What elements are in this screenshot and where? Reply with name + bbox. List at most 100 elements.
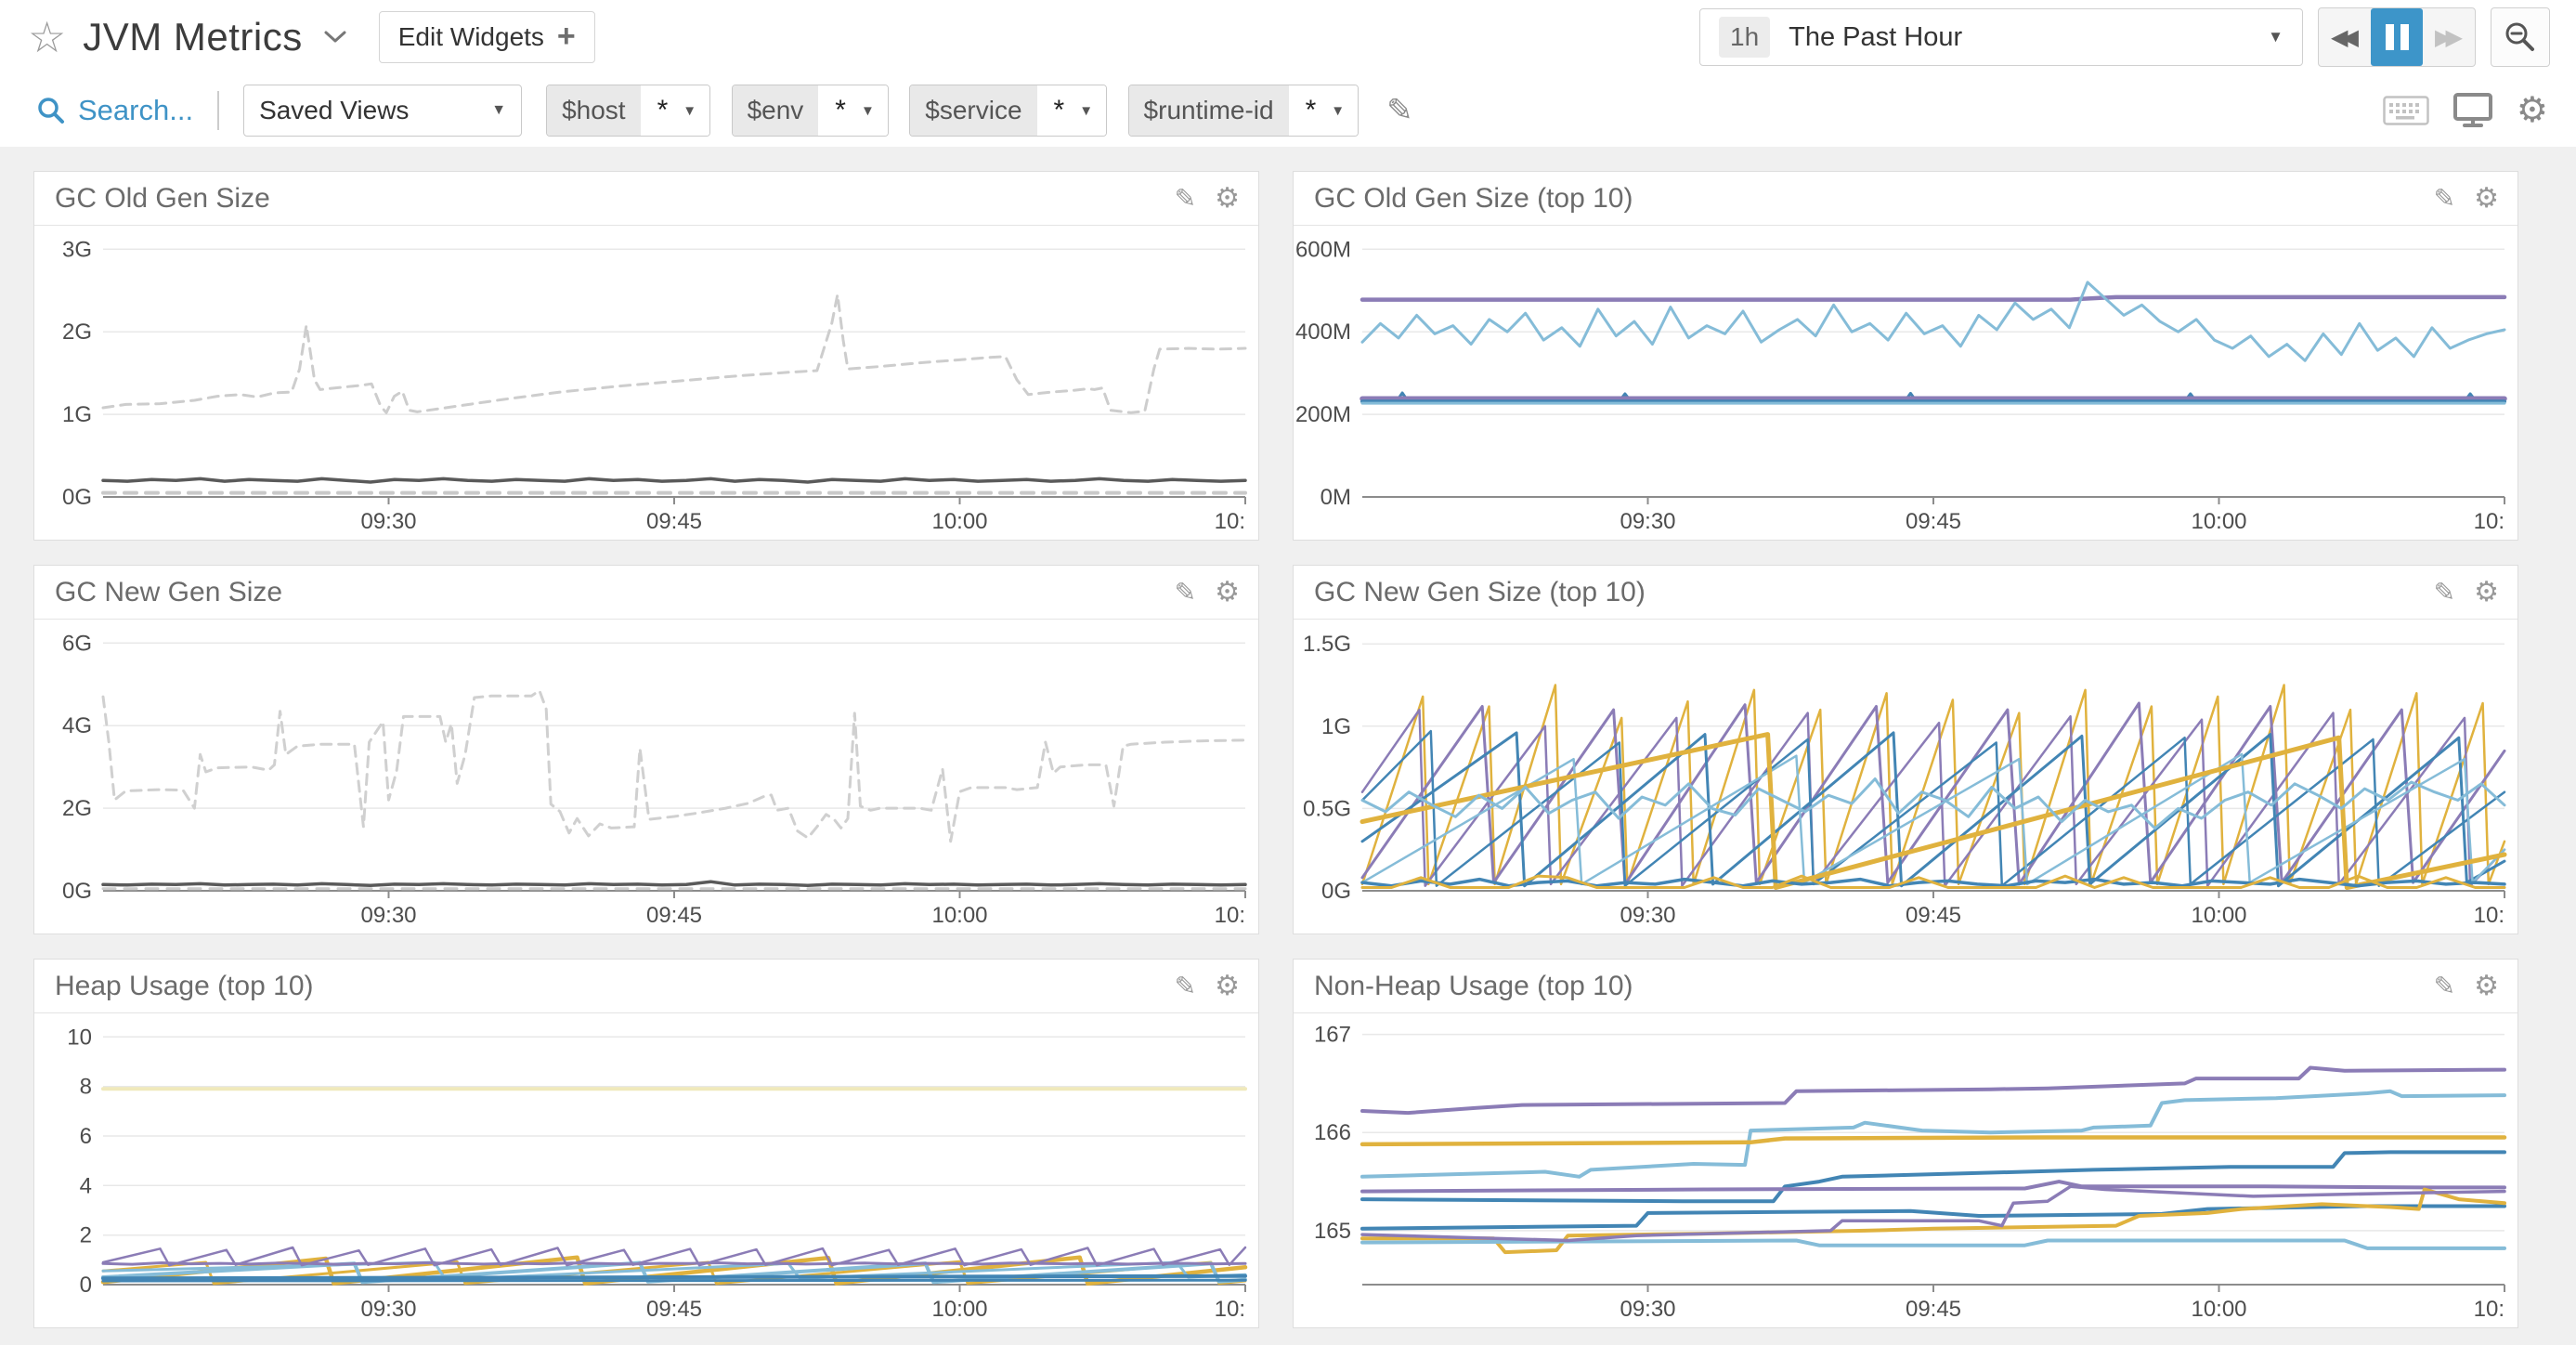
svg-text:0.5G: 0.5G — [1303, 796, 1351, 821]
widget-non-heap-usage-top10: Non-Heap Usage (top 10) ✎ ⚙ 16516616709:… — [1293, 959, 2518, 1328]
template-variable-pill[interactable]: $service * ▼ — [909, 85, 1107, 137]
svg-text:167: 167 — [1314, 1023, 1351, 1048]
svg-text:10:00: 10:00 — [931, 509, 987, 534]
zoom-out-button[interactable] — [2491, 7, 2550, 67]
svg-text:09:30: 09:30 — [1620, 509, 1675, 534]
widget-settings-gear-icon[interactable]: ⚙ — [1215, 579, 1240, 607]
svg-text:10:00: 10:00 — [2191, 903, 2246, 928]
pause-button[interactable] — [2371, 8, 2423, 66]
widget-settings-gear-icon[interactable]: ⚙ — [1215, 973, 1240, 1000]
svg-text:2G: 2G — [62, 796, 92, 821]
svg-text:09:45: 09:45 — [1906, 903, 1961, 928]
template-variable-name: $service — [910, 85, 1036, 136]
caret-down-icon: ▼ — [1323, 85, 1358, 136]
svg-text:10:00: 10:00 — [2191, 509, 2246, 534]
svg-text:2: 2 — [80, 1223, 92, 1248]
caret-down-icon: ▼ — [2268, 28, 2283, 46]
caret-down-icon: ▼ — [853, 85, 888, 136]
edit-widget-pencil-icon[interactable]: ✎ — [2434, 183, 2455, 214]
template-variable-pill[interactable]: $env * ▼ — [732, 85, 889, 137]
widget-header: GC Old Gen Size (top 10) ✎ ⚙ — [1294, 172, 2517, 226]
widget-settings-gear-icon[interactable]: ⚙ — [2474, 185, 2499, 213]
title-chevron-down-icon[interactable] — [323, 30, 347, 45]
chart-canvas-gc-new-gen-size-top10[interactable]: 0G0.5G1G1.5G09:3009:4510:0010: — [1294, 620, 2517, 934]
widget-gc-old-gen-size-top10: GC Old Gen Size (top 10) ✎ ⚙ 0M200M400M6… — [1293, 171, 2518, 541]
widget-title: GC New Gen Size — [55, 577, 282, 608]
fast-forward-button[interactable]: ▶▶ — [2423, 8, 2475, 66]
pause-icon — [2386, 24, 2409, 50]
saved-views-dropdown[interactable]: Saved Views ▼ — [243, 85, 522, 137]
svg-text:600M: 600M — [1295, 237, 1351, 262]
tv-mode-icon[interactable] — [2453, 93, 2492, 128]
dashboard-settings-gear-icon[interactable]: ⚙ — [2517, 93, 2548, 128]
template-variable-pill[interactable]: $runtime-id * ▼ — [1128, 85, 1360, 137]
svg-text:0G: 0G — [62, 879, 92, 904]
widget-title: GC Old Gen Size — [55, 183, 270, 215]
svg-text:0G: 0G — [62, 485, 92, 510]
svg-text:10:: 10: — [2474, 509, 2504, 534]
chart-canvas-gc-old-gen-size[interactable]: 0G1G2G3G09:3009:4510:0010: — [34, 226, 1258, 540]
widget-title: GC New Gen Size (top 10) — [1314, 577, 1646, 608]
caret-down-icon: ▼ — [1072, 85, 1106, 136]
rewind-button[interactable]: ◀◀ — [2319, 8, 2371, 66]
template-variable-pills: $host * ▼ $env * ▼ $service * ▼ $runtime… — [546, 85, 1375, 137]
svg-text:400M: 400M — [1295, 320, 1351, 345]
search-icon — [37, 97, 65, 124]
edit-widgets-button[interactable]: Edit Widgets + — [379, 11, 595, 63]
search-input[interactable]: Search... — [37, 94, 193, 127]
svg-text:09:30: 09:30 — [1620, 1297, 1675, 1322]
svg-text:10:00: 10:00 — [931, 903, 987, 928]
svg-text:10:: 10: — [1215, 1297, 1245, 1322]
playback-controls: ◀◀ ▶▶ — [2318, 7, 2476, 67]
svg-text:10:: 10: — [1215, 903, 1245, 928]
template-variable-name: $host — [547, 85, 641, 136]
time-range-dropdown[interactable]: 1h The Past Hour ▼ — [1699, 8, 2303, 66]
favorite-star-icon[interactable]: ☆ — [28, 16, 66, 59]
template-variable-value[interactable]: * — [641, 85, 676, 136]
svg-text:0: 0 — [80, 1273, 92, 1298]
widget-gc-new-gen-size-top10: GC New Gen Size (top 10) ✎ ⚙ 0G0.5G1G1.5… — [1293, 565, 2518, 934]
svg-text:09:30: 09:30 — [360, 903, 416, 928]
svg-text:10:: 10: — [1215, 509, 1245, 534]
widget-settings-gear-icon[interactable]: ⚙ — [1215, 185, 1240, 213]
widget-settings-gear-icon[interactable]: ⚙ — [2474, 579, 2499, 607]
filter-bar: Search... Saved Views ▼ $host * ▼ $env *… — [0, 74, 2576, 147]
svg-text:6G: 6G — [62, 631, 92, 656]
keyboard-shortcuts-icon[interactable] — [2383, 96, 2429, 125]
widget-header: Heap Usage (top 10) ✎ ⚙ — [34, 960, 1258, 1013]
edit-widget-pencil-icon[interactable]: ✎ — [1175, 183, 1196, 214]
svg-text:09:45: 09:45 — [646, 1297, 702, 1322]
edit-widget-pencil-icon[interactable]: ✎ — [2434, 577, 2455, 607]
template-variable-name: $runtime-id — [1129, 85, 1289, 136]
edit-widget-pencil-icon[interactable]: ✎ — [1175, 577, 1196, 607]
widget-title: Non-Heap Usage (top 10) — [1314, 971, 1633, 1002]
template-variable-value[interactable]: * — [1037, 85, 1073, 136]
edit-widget-pencil-icon[interactable]: ✎ — [2434, 971, 2455, 1001]
edit-variables-pencil-icon[interactable]: ✎ — [1386, 92, 1413, 129]
divider — [217, 91, 219, 130]
svg-text:09:30: 09:30 — [360, 509, 416, 534]
chart-canvas-gc-old-gen-size-top10[interactable]: 0M200M400M600M09:3009:4510:0010: — [1294, 226, 2517, 540]
svg-text:09:30: 09:30 — [360, 1297, 416, 1322]
chart-canvas-gc-new-gen-size[interactable]: 0G2G4G6G09:3009:4510:0010: — [34, 620, 1258, 934]
saved-views-label: Saved Views — [259, 96, 409, 125]
svg-text:09:45: 09:45 — [1906, 509, 1961, 534]
chart-canvas-heap-usage-top10[interactable]: 024681009:3009:4510:0010: — [34, 1013, 1258, 1327]
svg-text:10: 10 — [67, 1025, 92, 1050]
dashboard-content: GC Old Gen Size ✎ ⚙ 0G1G2G3G09:3009:4510… — [0, 147, 2576, 1345]
widget-title: GC Old Gen Size (top 10) — [1314, 183, 1633, 215]
widget-settings-gear-icon[interactable]: ⚙ — [2474, 973, 2499, 1000]
template-variable-value[interactable]: * — [1289, 85, 1324, 136]
svg-text:0M: 0M — [1321, 485, 1351, 510]
template-variable-pill[interactable]: $host * ▼ — [546, 85, 710, 137]
template-variable-value[interactable]: * — [818, 85, 853, 136]
svg-text:10:: 10: — [2474, 903, 2504, 928]
svg-text:4: 4 — [80, 1173, 92, 1198]
chart-canvas-non-heap-usage-top10[interactable]: 16516616709:3009:4510:0010: — [1294, 1013, 2517, 1327]
svg-text:10:: 10: — [2474, 1297, 2504, 1322]
edit-widget-pencil-icon[interactable]: ✎ — [1175, 971, 1196, 1001]
widget-title: Heap Usage (top 10) — [55, 971, 314, 1002]
svg-text:0G: 0G — [1321, 879, 1351, 904]
caret-down-icon: ▼ — [491, 102, 506, 119]
svg-text:166: 166 — [1314, 1120, 1351, 1145]
